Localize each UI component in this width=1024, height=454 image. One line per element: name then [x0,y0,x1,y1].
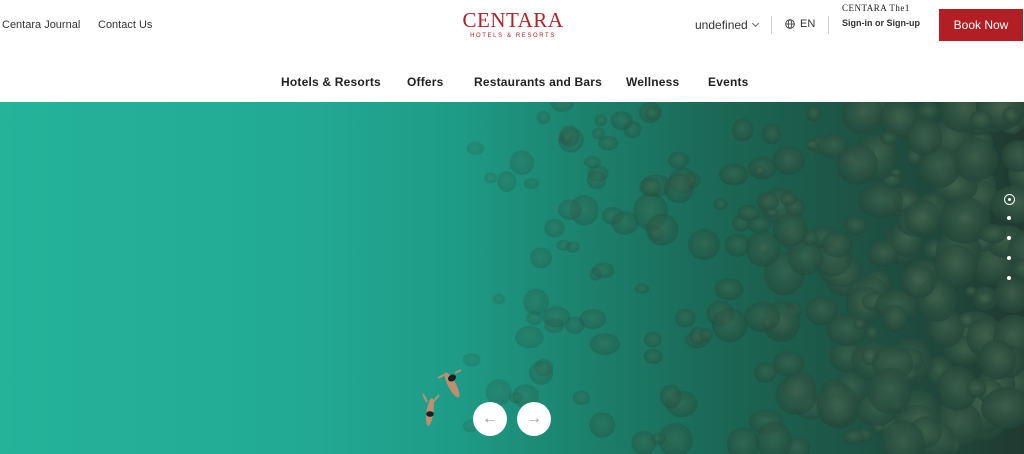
sign-in-link[interactable]: Sign-in or Sign-up [842,15,922,31]
globe-icon [785,19,795,29]
account-menu[interactable]: CENTARA The1 Sign-in or Sign-up [842,1,922,31]
property-select-value: undefined [695,18,748,32]
nav-item-offers[interactable]: Offers [407,75,444,89]
slide-dot[interactable] [1007,236,1011,240]
hero-image [422,102,1024,454]
hero-carousel: ← → [0,102,1024,454]
nav-item-wellness[interactable]: Wellness [626,75,679,89]
slide-dot-active[interactable] [1003,194,1015,205]
centara-journal-link[interactable]: Centara Journal [2,19,80,31]
logo-wordmark: CENTARA [462,8,564,32]
language-selector[interactable]: EN [785,18,815,30]
contact-us-link[interactable]: Contact Us [98,19,152,31]
chevron-down-icon [751,19,759,28]
slide-dot[interactable] [1007,256,1011,260]
slide-dot[interactable] [1007,276,1011,280]
centara-logo[interactable]: CENTARA HOTELS & RESORTS [462,9,564,43]
divider [771,16,772,34]
language-code: EN [800,18,816,30]
nav-item-events[interactable]: Events [708,75,749,89]
divider [828,16,829,34]
property-select[interactable]: undefined [695,18,759,32]
top-bar: Centara Journal Contact Us CENTARA HOTEL… [0,0,1024,56]
nav-item-hotels-resorts[interactable]: Hotels & Resorts [281,75,381,89]
arrow-left-icon: ← [482,410,498,427]
slide-pager [1001,194,1017,296]
book-now-button[interactable]: Book Now [939,9,1023,41]
arrow-right-icon: → [526,410,542,427]
main-nav: Hotels & Resorts Offers Restaurants and … [0,56,1024,102]
prev-slide-button[interactable]: ← [473,402,507,436]
next-slide-button[interactable]: → [517,402,551,436]
logo-tagline: HOTELS & RESORTS [470,33,556,39]
slide-dot[interactable] [1007,216,1011,220]
the1-brand: CENTARA The1 [842,3,910,13]
nav-item-restaurants-bars[interactable]: Restaurants and Bars [474,75,602,89]
